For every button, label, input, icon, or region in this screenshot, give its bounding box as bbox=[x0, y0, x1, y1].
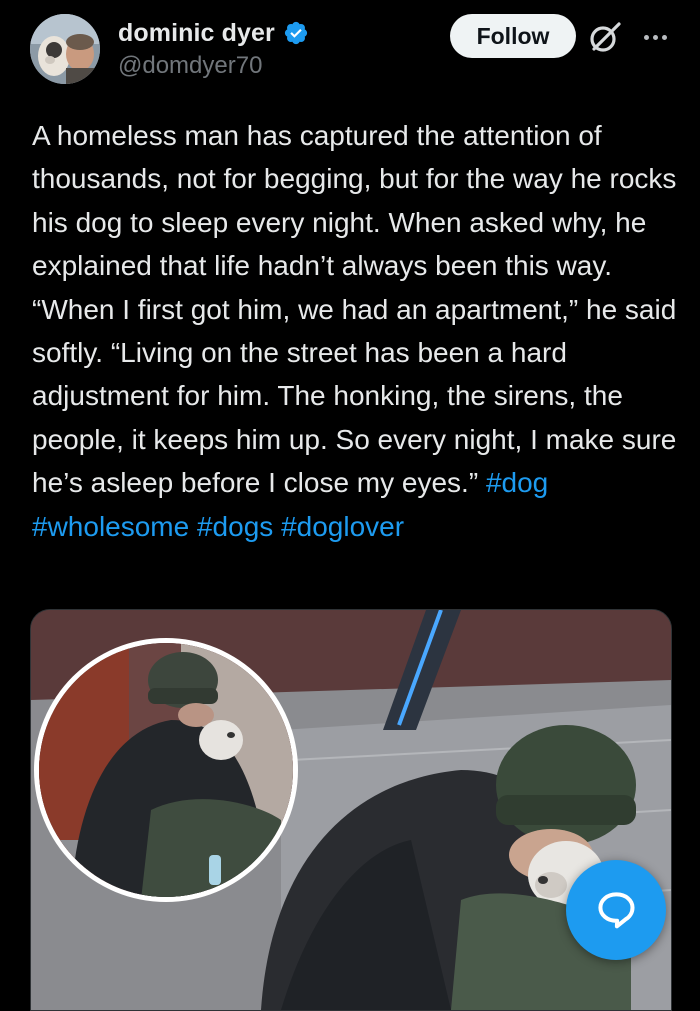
hashtag-link[interactable]: #wholesome bbox=[32, 511, 189, 542]
author-name-row[interactable]: dominic dyer bbox=[118, 16, 309, 50]
avatar[interactable] bbox=[30, 14, 100, 84]
hashtag-link[interactable]: #doglover bbox=[281, 511, 404, 542]
tweet-text: A homeless man has captured the attentio… bbox=[32, 114, 682, 548]
tweet-header: dominic dyer @domdyer70 Follow bbox=[0, 0, 700, 100]
author-display-name[interactable]: dominic dyer bbox=[118, 19, 275, 48]
hashtag-link[interactable]: #dog bbox=[486, 467, 548, 498]
verified-badge-icon bbox=[284, 21, 307, 45]
more-options-icon[interactable] bbox=[638, 22, 672, 52]
reply-floating-button[interactable] bbox=[566, 860, 666, 960]
hashtag-link[interactable]: #dogs bbox=[197, 511, 273, 542]
follow-button[interactable]: Follow bbox=[450, 14, 576, 58]
author-handle[interactable]: @domdyer70 bbox=[118, 52, 262, 80]
reply-bubble-icon bbox=[598, 892, 635, 929]
avatar-image bbox=[30, 14, 100, 84]
tweet-body-text: A homeless man has captured the attentio… bbox=[32, 120, 677, 499]
photo-man-hugging-dog bbox=[31, 610, 671, 1010]
grok-icon[interactable] bbox=[588, 20, 622, 54]
tweet-media-photo[interactable] bbox=[30, 609, 672, 1011]
